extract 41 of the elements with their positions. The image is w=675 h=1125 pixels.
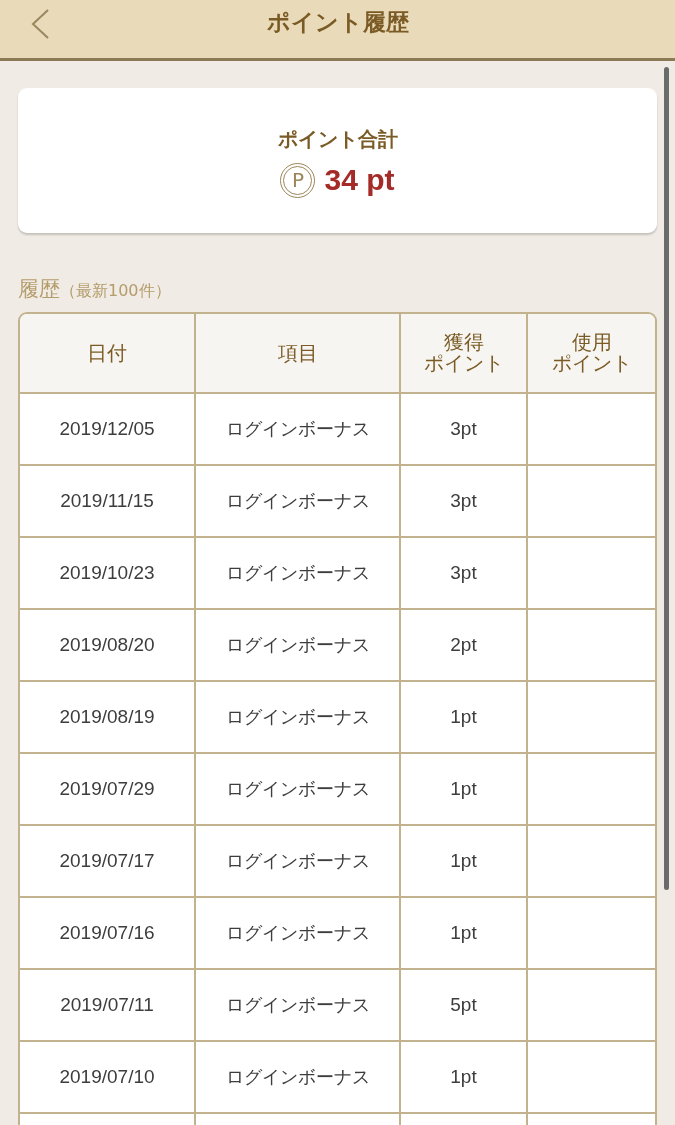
table-cell: 2019/07/16 [20, 898, 196, 970]
page-title: ポイント履歴 [266, 7, 409, 37]
table-cell: ログインボーナス [196, 826, 401, 898]
table-cell: 2019/12/05 [20, 394, 196, 466]
table-cell: 1pt [401, 826, 528, 898]
table-cell: 3pt [401, 394, 528, 466]
column-header: 項目 [196, 314, 401, 394]
points-total-label: ポイント合計 [277, 125, 398, 153]
history-note: （最新100件） [60, 281, 171, 302]
table-cell: 2019/07/11 [20, 970, 196, 1042]
table-cell: 1pt [401, 682, 528, 754]
table-cell: 2019/07/17 [20, 826, 196, 898]
back-icon [30, 8, 50, 40]
table-cell: 1pt [401, 1042, 528, 1114]
table-cell: 2019/11/15 [20, 466, 196, 538]
table-cell: 2019/07/29 [20, 754, 196, 826]
points-total-value: 34 pt [324, 163, 395, 197]
table-cell: ログインボーナス [196, 394, 401, 466]
table-cell: 5pt [401, 970, 528, 1042]
table-cell: 1pt [401, 898, 528, 970]
table-cell: 2019/10/23 [20, 538, 196, 610]
table-cell: ログインボーナス [196, 898, 401, 970]
history-heading: 履歴 [18, 276, 60, 303]
table-cell: ログインボーナス [196, 538, 401, 610]
column-header: 獲得 ポイント [401, 314, 528, 394]
scrollbar[interactable] [664, 67, 669, 890]
table-cell: ログインボーナス [196, 610, 401, 682]
table-cell: 2019/08/20 [20, 610, 196, 682]
column-header: 使用 ポイント [528, 314, 655, 394]
table-cell: 1pt [401, 754, 528, 826]
table-cell: ログインボーナス [196, 754, 401, 826]
table-cell: ログインボーナス [196, 682, 401, 754]
table-cell: 2pt [401, 610, 528, 682]
table-cell: ログインボーナス [196, 970, 401, 1042]
table-cell: 2019/08/19 [20, 682, 196, 754]
column-header: 日付 [20, 314, 196, 394]
table-cell: 3pt [401, 538, 528, 610]
table-cell: ログインボーナス [196, 466, 401, 538]
table-cell: 3pt [401, 466, 528, 538]
table-cell: 2019/07/10 [20, 1042, 196, 1114]
table-cell: ログインボーナス [196, 1042, 401, 1114]
